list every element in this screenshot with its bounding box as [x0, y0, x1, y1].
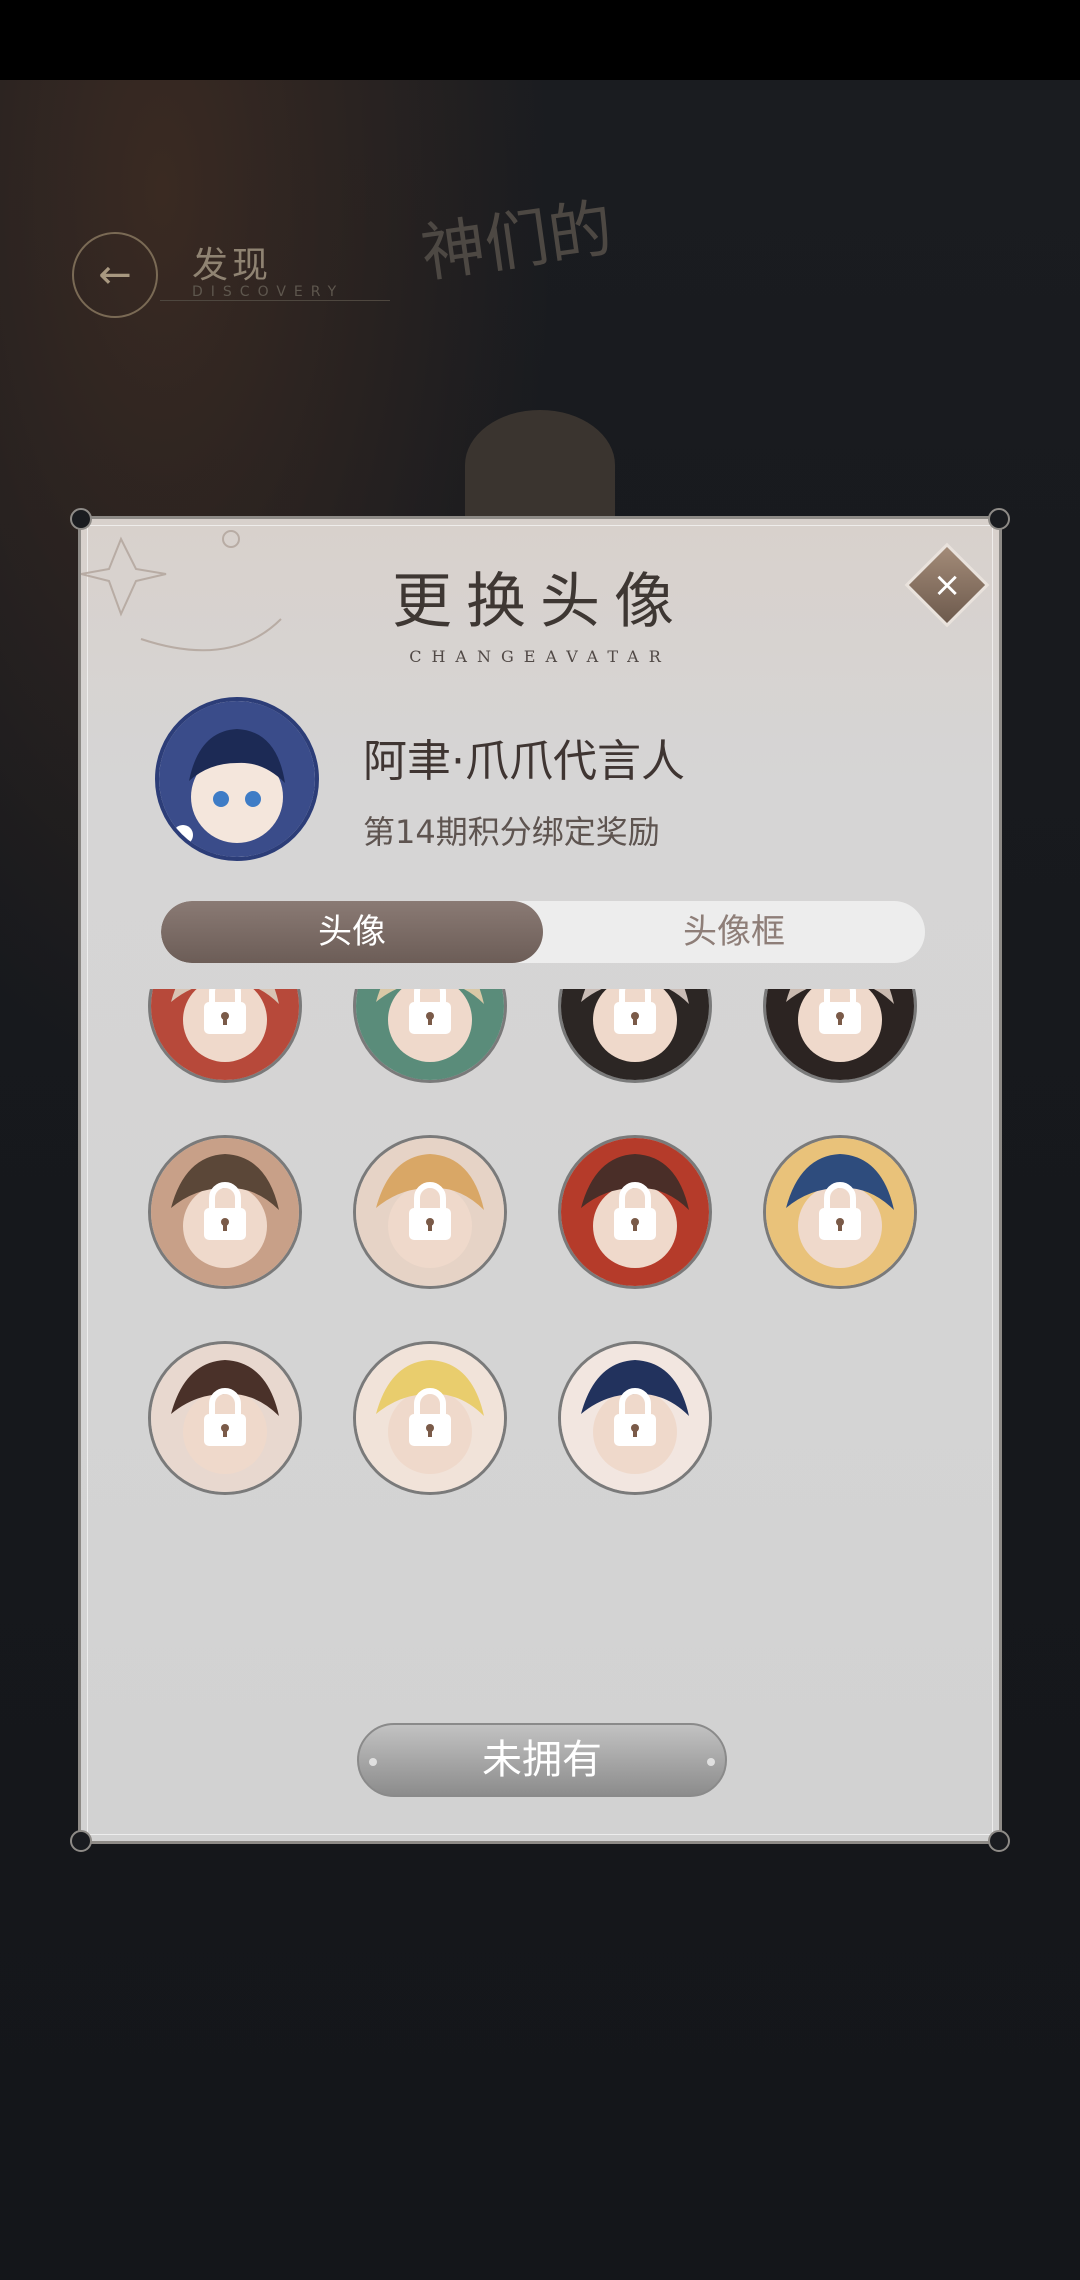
nav-subtitle: DISCOVERY	[192, 284, 345, 300]
lock-icon	[614, 989, 656, 1034]
avatar-grid	[81, 989, 999, 1589]
lock-icon	[614, 1388, 656, 1446]
corner-ornament	[988, 508, 1010, 530]
avatar-name: 阿聿·爪爪代言人	[363, 736, 685, 787]
not-owned-button[interactable]: 未拥有	[357, 1723, 727, 1797]
avatar-option[interactable]	[353, 1135, 507, 1289]
back-button[interactable]: ←	[72, 232, 158, 318]
lock-icon	[409, 1182, 451, 1240]
nav-title: 发现	[192, 245, 273, 286]
tab-avatar-frame[interactable]: 头像框	[543, 901, 925, 963]
corner-ornament	[70, 1830, 92, 1852]
avatar-option[interactable]	[558, 1341, 712, 1495]
lock-icon	[409, 1388, 451, 1446]
status-bar	[0, 0, 1080, 80]
corner-ornament	[988, 1830, 1010, 1852]
selected-avatar-preview	[155, 697, 319, 861]
avatar-option[interactable]	[148, 1341, 302, 1495]
dialog-title: 更换头像	[392, 567, 688, 637]
lock-icon	[819, 1182, 861, 1240]
avatar-option[interactable]	[353, 989, 507, 1083]
back-arrow-icon: ←	[98, 252, 132, 298]
avatar-option[interactable]	[148, 989, 302, 1083]
avatar-option[interactable]	[763, 1135, 917, 1289]
avatar-option[interactable]	[558, 1135, 712, 1289]
avatar-option[interactable]	[353, 1341, 507, 1495]
dialog-subtitle: CHANGEAVATAR	[409, 647, 671, 666]
lock-icon	[204, 1182, 246, 1240]
close-icon: ×	[932, 565, 962, 605]
avatar-chibi-navy-icon	[159, 701, 315, 857]
lock-icon	[204, 989, 246, 1034]
lock-icon	[204, 1388, 246, 1446]
lock-icon	[409, 989, 451, 1034]
profile-avatar-background	[465, 410, 615, 520]
avatar-option[interactable]	[763, 989, 917, 1083]
tab-bar: 头像 头像框	[161, 901, 925, 963]
avatar-description: 第14期积分绑定奖励	[363, 813, 660, 851]
avatar-option[interactable]	[558, 989, 712, 1083]
tab-avatar[interactable]: 头像	[161, 901, 543, 963]
change-avatar-dialog: 更换头像 CHANGEAVATAR × 阿聿·爪爪代言人 第14期积分绑定奖励 …	[70, 508, 1010, 1852]
avatar-option[interactable]	[148, 1135, 302, 1289]
divider	[160, 300, 390, 301]
lock-icon	[819, 989, 861, 1034]
lock-icon	[614, 1182, 656, 1240]
